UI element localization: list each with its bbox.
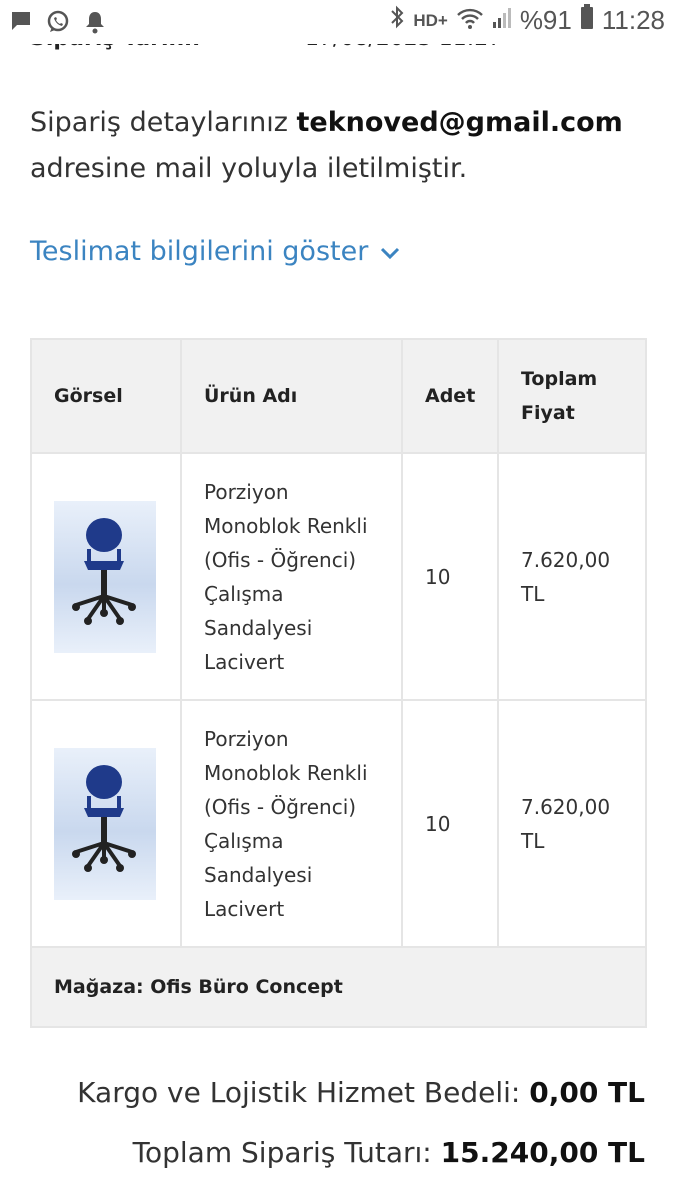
product-image-cell <box>30 452 182 701</box>
product-name-cell: Porziyon Monoblok Renkli (Ofis - Öğrenci… <box>180 699 403 948</box>
message-prefix: Sipariş detaylarınız <box>30 107 297 138</box>
product-name-line: (Ofis - Öğrenci) <box>204 794 357 819</box>
message-icon <box>10 10 32 39</box>
header-total-price: Toplam Fiyat <box>497 338 647 454</box>
order-email: teknoved@gmail.com <box>296 107 623 138</box>
header-image: Görsel <box>30 338 182 454</box>
product-name-line: Sandalyesi <box>204 615 313 640</box>
battery-icon <box>580 4 594 37</box>
product-image-cell <box>30 699 182 948</box>
shipping-fee-label: Kargo ve Lojistik Hizmet Bedeli: <box>77 1076 530 1109</box>
shipping-fee-row: Kargo ve Lojistik Hizmet Bedeli: 0,00 TL <box>25 1076 645 1109</box>
product-thumbnail[interactable] <box>54 500 156 653</box>
product-name-line: Porziyon <box>204 726 289 751</box>
product-name-line: Monoblok Renkli <box>204 760 368 785</box>
bluetooth-icon <box>389 5 405 36</box>
delivery-toggle-label: Teslimat bilgilerini göster <box>30 236 369 267</box>
shipping-fee-value: 0,00 TL <box>529 1076 645 1109</box>
price-amount: 7.620,00 <box>521 794 611 819</box>
price-currency: TL <box>521 581 545 606</box>
header-product-name: Ürün Adı <box>180 338 403 454</box>
chair-icon <box>72 517 136 625</box>
wifi-icon <box>456 5 484 36</box>
product-name-line: Çalışma <box>204 828 284 853</box>
show-delivery-info-link[interactable]: Teslimat bilgilerini göster <box>30 236 400 267</box>
signal-icon <box>492 5 512 36</box>
notification-bell-icon <box>84 10 106 39</box>
status-bar: HD+ %91 11:28 <box>0 0 675 44</box>
quantity-cell: 10 <box>401 452 499 701</box>
quantity-cell: 10 <box>401 699 499 948</box>
product-name-cell: Porziyon Monoblok Renkli (Ofis - Öğrenci… <box>180 452 403 701</box>
message-suffix: adresine mail yoluyla iletilmiştir. <box>30 153 468 184</box>
product-name-line: Çalışma <box>204 581 284 606</box>
order-total-row: Toplam Sipariş Tutarı: 15.240,00 TL <box>25 1136 645 1169</box>
store-name: Mağaza: Ofis Büro Concept <box>30 946 647 1028</box>
network-type: HD+ <box>413 10 448 30</box>
product-name-line: (Ofis - Öğrenci) <box>204 547 357 572</box>
header-quantity: Adet <box>401 338 499 454</box>
table-row: Porziyon Monoblok Renkli (Ofis - Öğrenci… <box>30 452 647 701</box>
table-row: Porziyon Monoblok Renkli (Ofis - Öğrenci… <box>30 699 647 948</box>
store-row: Mağaza: Ofis Büro Concept <box>30 946 647 1028</box>
product-name-line: Sandalyesi <box>204 862 313 887</box>
price-cell: 7.620,00 TL <box>497 699 647 948</box>
price-currency: TL <box>521 828 545 853</box>
product-name-line: Monoblok Renkli <box>204 513 368 538</box>
price-amount: 7.620,00 <box>521 547 611 572</box>
product-name-line: Lacivert <box>204 649 285 674</box>
product-name-line: Lacivert <box>204 896 285 921</box>
order-items-table: Görsel Ürün Adı Adet Toplam Fiyat Porziy… <box>30 338 647 1028</box>
clock: 11:28 <box>601 5 665 35</box>
battery-percent: %91 <box>519 5 572 35</box>
order-email-message: Sipariş detaylarınız teknoved@gmail.com … <box>30 100 650 192</box>
product-thumbnail[interactable] <box>54 747 156 900</box>
order-total-value: 15.240,00 TL <box>440 1136 645 1169</box>
product-name-line: Porziyon <box>204 479 289 504</box>
header-total-line1: Toplam <box>521 368 598 390</box>
whatsapp-icon <box>46 10 70 39</box>
chair-icon <box>72 764 136 872</box>
table-header-row: Görsel Ürün Adı Adet Toplam Fiyat <box>30 338 647 454</box>
price-cell: 7.620,00 TL <box>497 452 647 701</box>
header-total-line2: Fiyat <box>521 402 575 424</box>
order-total-label: Toplam Sipariş Tutarı: <box>132 1136 441 1169</box>
chevron-down-icon <box>380 236 400 267</box>
